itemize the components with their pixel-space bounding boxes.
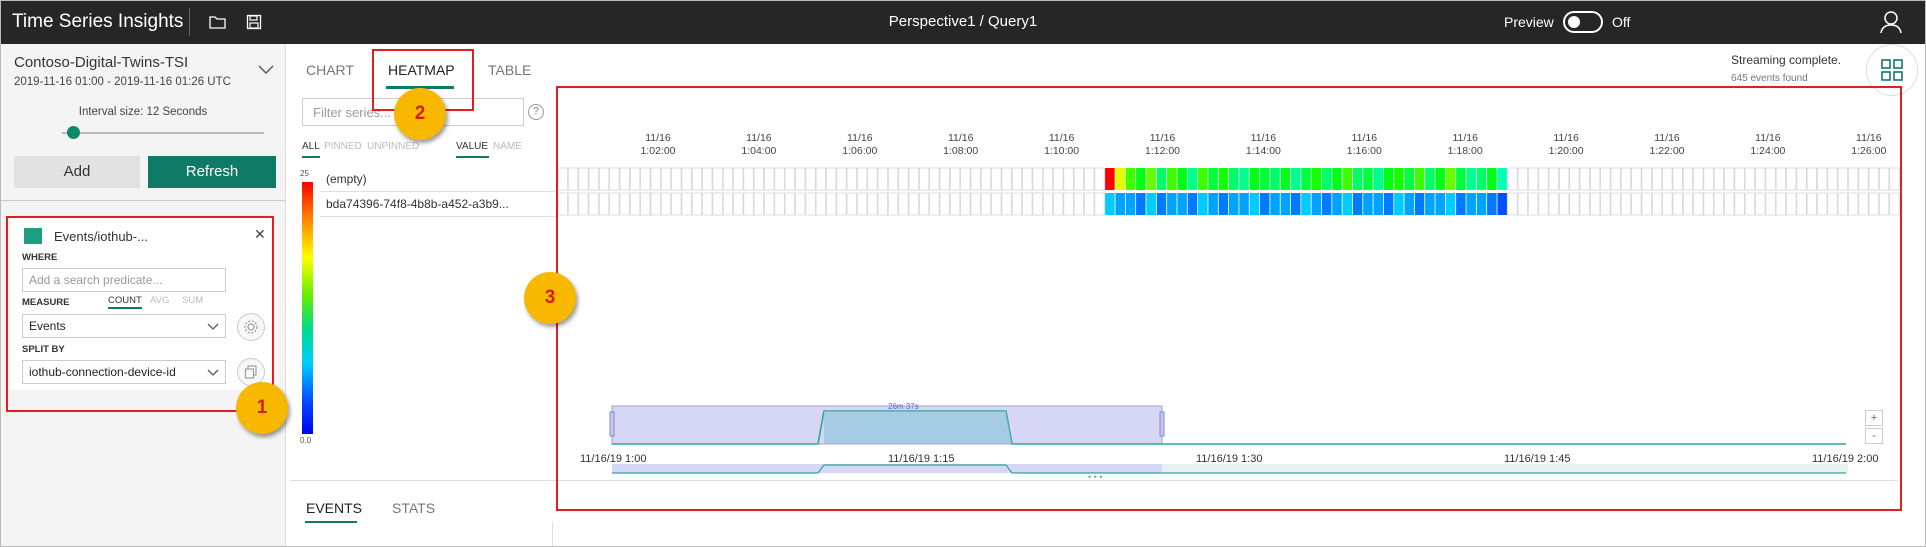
tab-chart[interactable]: CHART [306, 62, 354, 78]
perspective-title: Perspective1 / Query1 [888, 13, 1038, 30]
annotation-badge-3: 3 [524, 272, 576, 324]
filter-unpinned[interactable]: UNPINNED [367, 141, 419, 152]
toggle-knob [1568, 16, 1580, 28]
tab-events[interactable]: EVENTS [306, 500, 362, 516]
divider [0, 200, 286, 201]
filter-value[interactable]: VALUE [456, 141, 488, 152]
environment-time-range[interactable]: 2019-11-16 01:00 - 2019-11-16 01:26 UTC [14, 76, 231, 88]
tab-stats[interactable]: STATS [392, 500, 435, 516]
heatmap-color-legend [302, 182, 313, 434]
preview-label: Preview [1504, 14, 1554, 30]
active-bottom-tab-underline [305, 521, 357, 523]
row-divider [320, 191, 556, 192]
refresh-button[interactable]: Refresh [148, 156, 276, 188]
divider [552, 522, 553, 547]
filter-name[interactable]: NAME [493, 141, 522, 152]
annotation-badge-2: 2 [394, 88, 446, 140]
add-button[interactable]: Add [14, 156, 140, 188]
user-icon[interactable] [1880, 10, 1902, 37]
help-icon[interactable]: ? [528, 104, 544, 120]
interval-size-label: Interval size: 12 Seconds [78, 106, 208, 118]
status-streaming: Streaming complete. [1731, 53, 1842, 67]
legend-max: 25 [300, 169, 309, 178]
interval-slider-thumb[interactable] [67, 126, 80, 139]
preview-state: Off [1612, 14, 1631, 30]
preview-toggle[interactable] [1563, 11, 1603, 33]
filter-all[interactable]: ALL [302, 141, 320, 152]
interval-slider-track[interactable] [62, 132, 264, 134]
annotation-box-query [6, 216, 274, 412]
status-events-found: 645 events found [1731, 73, 1808, 84]
series-label-device[interactable]: bda74396-74f8-4b8b-a452-a3b9... [326, 197, 509, 211]
top-bar: Time Series Insights Perspective1 / Quer… [0, 0, 1926, 44]
chevron-down-icon[interactable] [258, 64, 274, 78]
environment-name[interactable]: Contoso-Digital-Twins-TSI [14, 54, 188, 71]
tab-table[interactable]: TABLE [488, 62, 531, 78]
filter-value-underline [456, 156, 489, 158]
annotation-box-chart [556, 86, 1902, 511]
series-label-empty[interactable]: (empty) [326, 172, 367, 186]
filter-pinned[interactable]: PINNED [324, 141, 362, 152]
filter-all-underline [302, 156, 320, 158]
row-divider [320, 216, 556, 217]
annotation-badge-1: 1 [236, 382, 288, 434]
legend-min: 0.0 [300, 436, 312, 445]
